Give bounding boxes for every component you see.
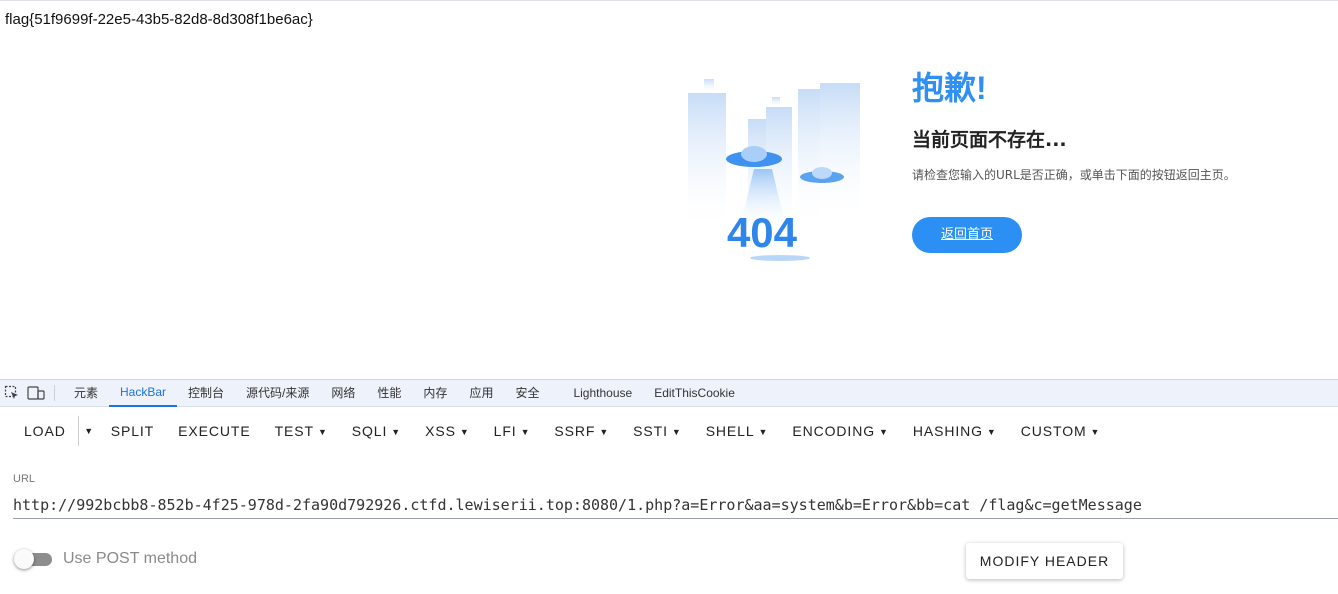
caret-down-icon: ▼ <box>879 427 889 437</box>
devtools-panel: 元素 HackBar 控制台 源代码/来源 网络 性能 内存 应用 安全 Lig… <box>0 379 1338 594</box>
tab-network[interactable]: 网络 <box>320 380 366 407</box>
tab-performance[interactable]: 性能 <box>366 380 412 407</box>
shell-menu-label: SHELL <box>705 423 755 439</box>
tab-security[interactable]: 安全 <box>504 380 550 407</box>
flag-text: flag{51f9699f-22e5-43b5-82d8-8d308f1be6a… <box>5 11 313 28</box>
caret-down-icon: ▼ <box>671 427 682 437</box>
caret-down-icon: ▼ <box>986 427 997 437</box>
ssrf-menu-label: SSRF <box>554 423 596 439</box>
caret-down-icon: ▼ <box>520 427 531 437</box>
load-dropdown-icon[interactable]: ▼ <box>79 413 99 449</box>
post-method-row: Use POST method <box>14 549 197 569</box>
load-button[interactable]: LOAD <box>12 413 78 449</box>
error-code-404: 404 <box>727 209 798 256</box>
post-method-toggle[interactable] <box>14 549 52 569</box>
error-subtitle: 当前页面不存在... <box>912 129 1067 151</box>
lfi-menu[interactable]: LFI ▼ <box>482 413 543 449</box>
tab-elements[interactable]: 元素 <box>63 380 109 407</box>
error-description: 请检查您输入的URL是否正确，或单击下面的按钮返回主页。 <box>912 168 1236 182</box>
hashing-menu-label: HASHING <box>912 423 983 439</box>
inspect-element-icon[interactable] <box>0 380 24 407</box>
caret-down-icon: ▼ <box>391 427 402 437</box>
caret-down-icon: ▼ <box>317 427 328 437</box>
tab-hackbar[interactable]: HackBar <box>109 380 178 407</box>
tab-lighthouse[interactable]: Lighthouse <box>562 380 643 407</box>
custom-menu[interactable]: CUSTOM ▼ <box>1009 413 1113 449</box>
error-title: 抱歉! <box>912 70 987 106</box>
xss-menu-label: XSS <box>425 423 456 439</box>
ssrf-menu[interactable]: SSRF ▼ <box>542 413 621 449</box>
caret-down-icon: ▼ <box>599 427 610 437</box>
404-illustration: 404 <box>688 79 860 261</box>
sqli-menu-label: SQLI <box>351 423 388 439</box>
post-method-label: Use POST method <box>63 550 197 567</box>
url-input[interactable] <box>13 492 1338 519</box>
tab-sources[interactable]: 源代码/来源 <box>235 380 320 407</box>
encoding-menu[interactable]: ENCODING ▼ <box>780 413 900 449</box>
ssti-menu-label: SSTI <box>633 423 668 439</box>
tab-application[interactable]: 应用 <box>458 380 504 407</box>
toggle-thumb <box>14 549 34 569</box>
shell-menu[interactable]: SHELL ▼ <box>694 413 781 449</box>
test-menu-label: TEST <box>274 423 314 439</box>
web-page: flag{51f9699f-22e5-43b5-82d8-8d308f1be6a… <box>0 0 1338 380</box>
back-home-button[interactable]: 返回首页 <box>912 217 1022 253</box>
url-label: URL <box>13 473 36 485</box>
ssti-menu[interactable]: SSTI ▼ <box>621 413 694 449</box>
tabbar-divider <box>54 385 55 401</box>
encoding-menu-label: ENCODING <box>792 423 876 439</box>
caret-down-icon: ▼ <box>1090 427 1101 437</box>
custom-menu-label: CUSTOM <box>1020 423 1087 439</box>
test-menu[interactable]: TEST ▼ <box>263 413 340 449</box>
devtools-tabbar: 元素 HackBar 控制台 源代码/来源 网络 性能 内存 应用 安全 Lig… <box>0 380 1338 407</box>
sqli-menu[interactable]: SQLI ▼ <box>340 413 413 449</box>
hashing-menu[interactable]: HASHING ▼ <box>901 413 1009 449</box>
tab-editthiscookie[interactable]: EditThisCookie <box>643 380 746 407</box>
tab-console[interactable]: 控制台 <box>177 380 235 407</box>
caret-down-icon: ▼ <box>459 427 470 437</box>
hackbar-toolbar: LOAD ▼ SPLIT EXECUTE TEST ▼ SQLI ▼ XSS ▼ LF… <box>0 407 1338 455</box>
split-button[interactable]: SPLIT <box>99 413 166 449</box>
lfi-menu-label: LFI <box>493 423 517 439</box>
device-toolbar-icon[interactable] <box>24 380 48 407</box>
execute-button[interactable]: EXECUTE <box>166 413 262 449</box>
modify-header-button[interactable]: MODIFY HEADER <box>966 543 1123 579</box>
tab-memory[interactable]: 内存 <box>412 380 458 407</box>
error-message: 抱歉! 当前页面不存在... 请检查您输入的URL是否正确，或单击下面的按钮返回… <box>912 67 1332 253</box>
xss-menu[interactable]: XSS ▼ <box>413 413 482 449</box>
caret-down-icon: ▼ <box>758 427 769 437</box>
